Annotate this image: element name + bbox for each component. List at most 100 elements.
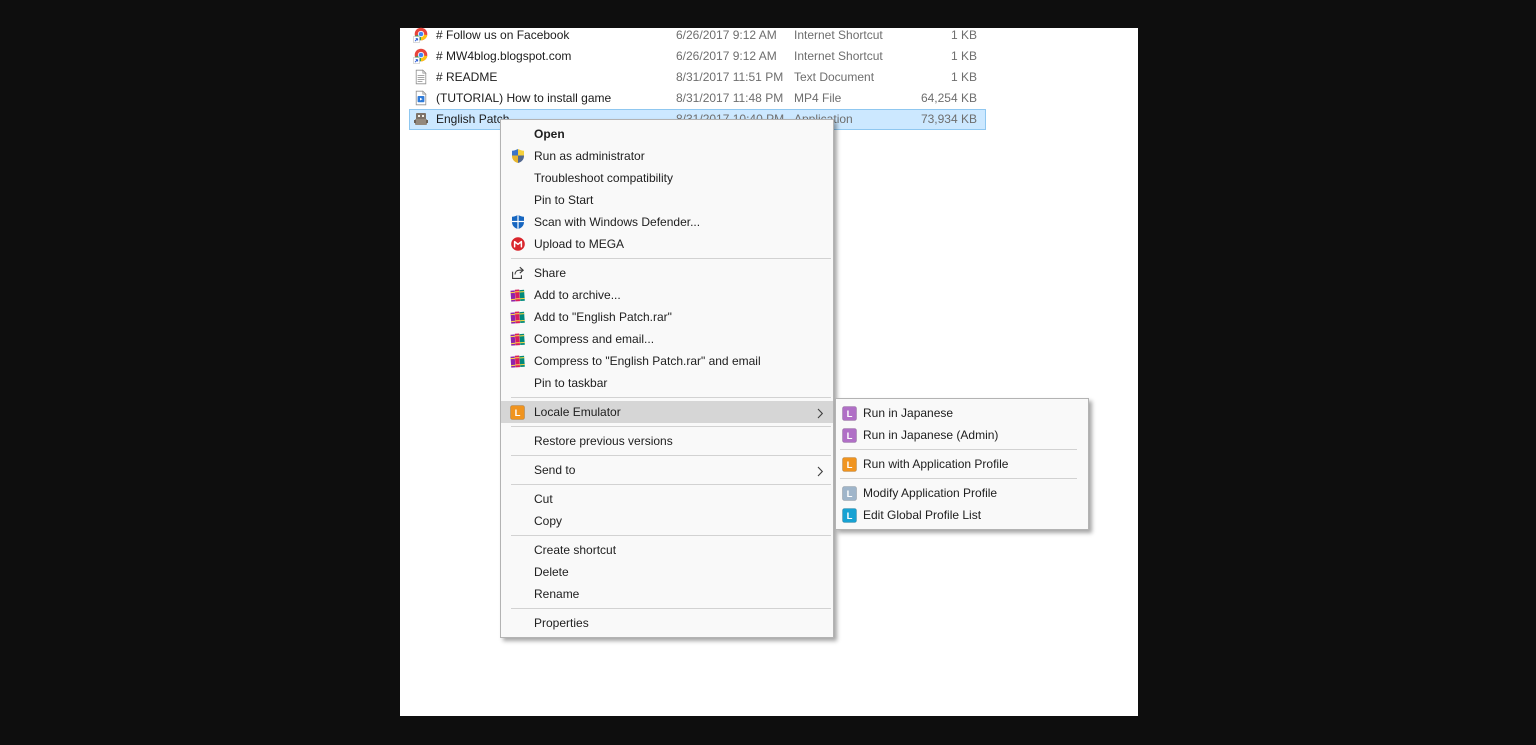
icon-slot	[510, 513, 534, 529]
icon-slot	[510, 170, 534, 186]
winrar-icon	[510, 309, 534, 325]
menu-item-send-to[interactable]: Send to	[501, 459, 833, 481]
file-row-follow-us-on-facebook[interactable]: # Follow us on Facebook6/26/2017 9:12 AM…	[400, 25, 988, 46]
menu-separator	[840, 478, 1077, 479]
file-row-readme[interactable]: # README8/31/2017 11:51 PMText Document1…	[400, 67, 988, 88]
svg-text:L: L	[847, 409, 853, 420]
file-row-mw4blog-blogspot-com[interactable]: # MW4blog.blogspot.com6/26/2017 9:12 AMI…	[400, 46, 988, 67]
menu-item-restore-previous-versions[interactable]: Restore previous versions	[501, 430, 833, 452]
file-size: 1 KB	[870, 70, 977, 84]
icon-slot	[510, 126, 534, 142]
share-icon	[510, 265, 534, 281]
menu-item-label: Open	[534, 127, 565, 141]
file-name: # Follow us on Facebook	[436, 28, 569, 42]
menu-item-add-to-english-patch-rar[interactable]: Add to "English Patch.rar"	[501, 306, 833, 328]
menu-item-label: Pin to taskbar	[534, 376, 607, 390]
menu-item-troubleshoot-compatibility[interactable]: Troubleshoot compatibility	[501, 167, 833, 189]
menu-item-edit-global-profile-list[interactable]: LEdit Global Profile List	[836, 504, 1088, 526]
file-size: 1 KB	[870, 28, 977, 42]
icon-slot	[510, 586, 534, 602]
menu-separator	[511, 426, 831, 427]
submenu-chevron-icon	[817, 406, 824, 424]
icon-slot	[510, 564, 534, 580]
menu-item-cut[interactable]: Cut	[501, 488, 833, 510]
file-size: 1 KB	[870, 49, 977, 63]
file-row-tutorial-how-to-install-game[interactable]: (TUTORIAL) How to install game8/31/2017 …	[400, 88, 988, 109]
menu-item-label: Compress and email...	[534, 332, 654, 346]
menu-item-label: Add to archive...	[534, 288, 621, 302]
menu-item-label: Share	[534, 266, 566, 280]
icon-slot	[510, 433, 534, 449]
menu-item-modify-application-profile[interactable]: L Modify Application Profile	[836, 482, 1088, 504]
file-list: # Follow us on Facebook6/26/2017 9:12 AM…	[400, 25, 1138, 130]
menu-item-delete[interactable]: Delete	[501, 561, 833, 583]
svg-text:L: L	[847, 489, 853, 500]
menu-item-compress-and-email[interactable]: Compress and email...	[501, 328, 833, 350]
locale-emulator-submenu: L Run in Japanese L Run in Japanese (Admin…	[835, 398, 1089, 530]
menu-item-scan-with-windows-defender[interactable]: Scan with Windows Defender...	[501, 211, 833, 233]
menu-item-create-shortcut[interactable]: Create shortcut	[501, 539, 833, 561]
uac-shield-icon	[510, 148, 534, 164]
text-document-icon	[413, 69, 429, 85]
icon-slot	[510, 491, 534, 507]
menu-item-run-in-japanese-admin[interactable]: L Run in Japanese (Admin)	[836, 424, 1088, 446]
menu-item-run-in-japanese[interactable]: L Run in Japanese	[836, 402, 1088, 424]
menu-item-properties[interactable]: Properties	[501, 612, 833, 634]
menu-item-label: Scan with Windows Defender...	[534, 215, 700, 229]
menu-item-compress-to-english-patch-rar-and-email[interactable]: Compress to "English Patch.rar" and emai…	[501, 350, 833, 372]
locale-l-icon: L	[842, 427, 863, 443]
locale-l-icon: L	[510, 404, 534, 420]
menu-item-label: Upload to MEGA	[534, 237, 624, 251]
menu-item-label: Modify Application Profile	[863, 486, 997, 500]
menu-item-run-as-administrator[interactable]: Run as administrator	[501, 145, 833, 167]
winrar-icon	[510, 287, 534, 303]
menu-item-label: Add to "English Patch.rar"	[534, 310, 672, 324]
menu-item-label: Run as administrator	[534, 149, 645, 163]
locale-l-icon: L	[842, 485, 863, 501]
menu-item-label: Delete	[534, 565, 569, 579]
submenu-chevron-icon	[817, 464, 824, 482]
file-size: 73,934 KB	[870, 112, 977, 126]
menu-item-label: Edit Global Profile List	[863, 508, 981, 522]
internet-shortcut-icon	[413, 27, 429, 43]
menu-item-label: Run in Japanese	[863, 406, 953, 420]
menu-item-label: Rename	[534, 587, 579, 601]
menu-separator	[511, 397, 831, 398]
locale-l-icon: L	[842, 507, 863, 523]
menu-item-pin-to-taskbar[interactable]: Pin to taskbar	[501, 372, 833, 394]
icon-slot	[510, 375, 534, 391]
icon-slot	[510, 542, 534, 558]
locale-l-icon: L	[842, 405, 863, 421]
menu-item-label: Run in Japanese (Admin)	[863, 428, 998, 442]
menu-item-open[interactable]: Open	[501, 123, 833, 145]
menu-item-rename[interactable]: Rename	[501, 583, 833, 605]
defender-shield-icon	[510, 214, 534, 230]
menu-item-share[interactable]: Share	[501, 262, 833, 284]
menu-item-label: Compress to "English Patch.rar" and emai…	[534, 354, 761, 368]
menu-item-label: Create shortcut	[534, 543, 616, 557]
file-name: # MW4blog.blogspot.com	[436, 49, 571, 63]
menu-item-label: Restore previous versions	[534, 434, 673, 448]
menu-item-label: Cut	[534, 492, 553, 506]
mega-icon	[510, 236, 534, 252]
menu-item-upload-to-mega[interactable]: Upload to MEGA	[501, 233, 833, 255]
menu-separator	[511, 455, 831, 456]
menu-item-copy[interactable]: Copy	[501, 510, 833, 532]
context-menu: Open Run as administrator Troubleshoot co…	[500, 119, 834, 638]
menu-item-pin-to-start[interactable]: Pin to Start	[501, 189, 833, 211]
file-name: (TUTORIAL) How to install game	[436, 91, 611, 105]
menu-separator	[840, 449, 1077, 450]
menu-item-label: Run with Application Profile	[863, 457, 1008, 471]
svg-text:L: L	[847, 431, 853, 442]
application-icon	[413, 111, 429, 127]
menu-item-label: Locale Emulator	[534, 405, 621, 419]
file-name: # README	[436, 70, 497, 84]
menu-item-locale-emulator[interactable]: LLocale Emulator	[501, 401, 833, 423]
menu-separator	[511, 258, 831, 259]
file-type: MP4 File	[794, 91, 841, 105]
icon-slot	[510, 462, 534, 478]
file-size: 64,254 KB	[870, 91, 977, 105]
menu-item-add-to-archive[interactable]: Add to archive...	[501, 284, 833, 306]
menu-item-label: Troubleshoot compatibility	[534, 171, 673, 185]
menu-item-run-with-application-profile[interactable]: LRun with Application Profile	[836, 453, 1088, 475]
